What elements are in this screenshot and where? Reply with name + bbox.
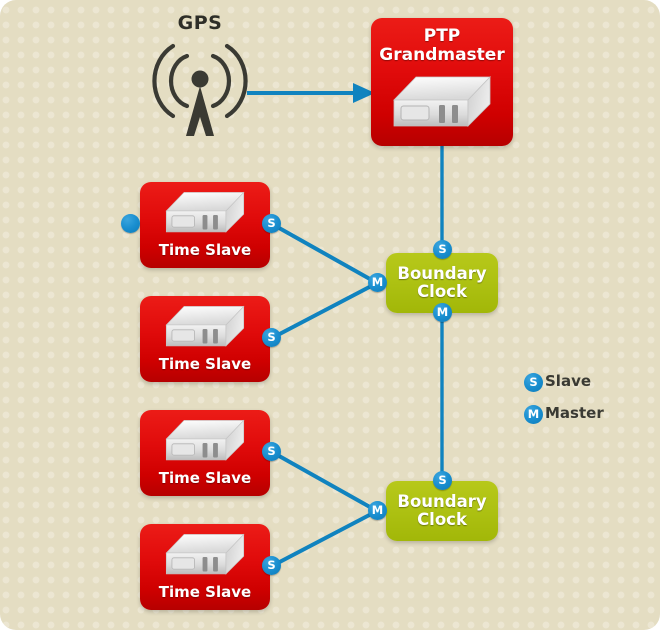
gps-group: GPS bbox=[140, 12, 260, 147]
link-slave1-to-boundary1 bbox=[271, 222, 378, 285]
server-icon bbox=[162, 532, 248, 582]
time-slave-label: Time Slave bbox=[158, 355, 252, 374]
legend-item-master: M Master bbox=[524, 403, 644, 435]
legend-label-master: Master bbox=[545, 404, 604, 422]
connection-layer bbox=[247, 83, 444, 568]
legend-item-slave: S Slave bbox=[524, 371, 644, 403]
server-icon bbox=[390, 74, 494, 136]
legend-label-slave: Slave bbox=[545, 372, 592, 390]
node-time-slave-3[interactable]: Time Slave bbox=[140, 410, 270, 496]
node-boundary-clock-2[interactable]: Boundary Clock bbox=[386, 481, 498, 541]
badge-master-boundary-clock-2-left: M bbox=[368, 501, 387, 520]
boundary-clock-label-line1: Boundary bbox=[397, 263, 487, 283]
grandmaster-label-line1: PTP bbox=[423, 26, 461, 46]
badge-master-boundary-clock-1-left: M bbox=[368, 273, 387, 292]
badge-slave-time-slave-4: S bbox=[262, 556, 281, 575]
link-slave4-to-boundary2 bbox=[271, 509, 378, 568]
node-time-slave-4[interactable]: Time Slave bbox=[140, 524, 270, 610]
grandmaster-label-line2: Grandmaster bbox=[379, 45, 505, 66]
badge-slave-time-slave-3: S bbox=[262, 442, 281, 461]
time-slave-label: Time Slave bbox=[158, 241, 252, 260]
time-slave-label: Time Slave bbox=[158, 469, 252, 488]
node-time-slave-1[interactable]: Time Slave bbox=[121, 182, 270, 268]
node-ptp-grandmaster[interactable]: PTP Grandmaster bbox=[371, 18, 513, 146]
badge-master-boundary-clock-1-bottom: M bbox=[433, 303, 452, 322]
link-slave2-to-boundary1 bbox=[271, 281, 378, 340]
boundary-clock-label-line1: Boundary bbox=[397, 491, 487, 511]
gps-label: GPS bbox=[177, 12, 223, 34]
link-slave3-to-boundary2 bbox=[271, 450, 378, 513]
badge-slave-time-slave-1: S bbox=[262, 214, 281, 233]
badge-slave-time-slave-2: S bbox=[262, 328, 281, 347]
node-time-slave-2[interactable]: Time Slave bbox=[140, 296, 270, 382]
server-icon bbox=[162, 190, 248, 240]
grandmaster-label: PTP Grandmaster bbox=[379, 26, 505, 66]
badge-slave bbox=[121, 214, 140, 233]
boundary-clock-label-line2: Clock bbox=[417, 510, 467, 529]
time-slave-label: Time Slave bbox=[158, 583, 252, 602]
server-icon bbox=[162, 418, 248, 468]
boundary-clock-label-line2: Clock bbox=[417, 282, 467, 301]
badge-slave-boundary-clock-1: S bbox=[433, 240, 452, 259]
legend-badge-slave: S bbox=[524, 373, 543, 392]
legend: S Slave M Master bbox=[524, 371, 644, 435]
diagram-canvas: GPS PTP Grandmaster Time Slave Time Slav… bbox=[0, 0, 660, 630]
gps-to-grandmaster-arrow bbox=[247, 83, 375, 103]
badge-slave-boundary-clock-2: S bbox=[433, 471, 452, 490]
server-icon bbox=[162, 304, 248, 354]
legend-badge-master: M bbox=[524, 405, 543, 424]
